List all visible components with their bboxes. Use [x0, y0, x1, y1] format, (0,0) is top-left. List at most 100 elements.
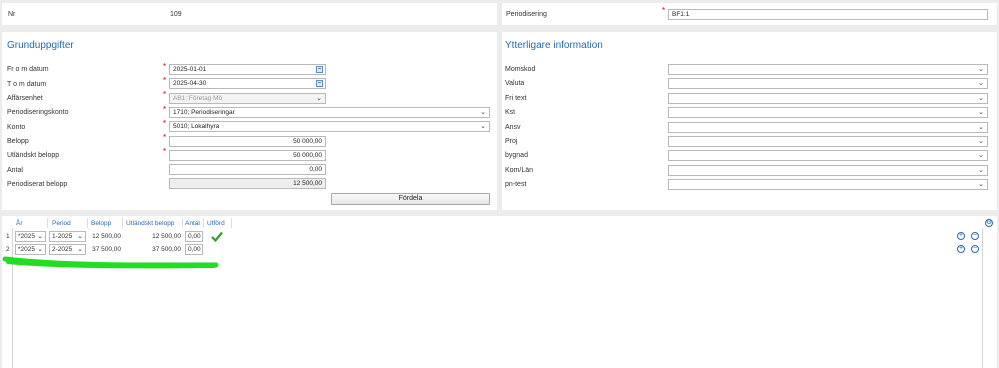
periodiserat-belopp-field: 12 500,00 [169, 178, 326, 189]
required-marker: * [163, 105, 167, 114]
kst-select[interactable]: ⌄ [668, 107, 988, 118]
kom-l-n-label: Kom/Län [505, 167, 534, 174]
required-marker: * [163, 62, 167, 71]
chevron-down-icon: ⌄ [978, 167, 984, 174]
proj-select[interactable]: ⌄ [668, 136, 988, 147]
fri-text-select[interactable]: ⌄ [668, 93, 988, 104]
nr-value: 109 [170, 11, 182, 18]
row-utl-belopp: 37 500,00 [152, 246, 181, 253]
col-ar-header[interactable]: År [16, 220, 23, 227]
col-utl-header[interactable]: Utländskt belopp [126, 220, 174, 227]
belopp-field[interactable]: 50 000,00 [169, 136, 326, 147]
grunduppgifter-title: Grunduppgifter [7, 40, 74, 51]
antal-label: Antal [7, 167, 23, 174]
col-belopp-header[interactable]: Belopp [91, 220, 111, 227]
header-panel [2, 3, 497, 25]
chevron-down-icon: ⌄ [480, 109, 486, 116]
valuta-select[interactable]: ⌄ [668, 78, 988, 89]
required-marker: * [163, 147, 167, 156]
row-number: 2 [6, 246, 10, 253]
row-utl-belopp: 12 500,00 [152, 233, 181, 240]
required-marker: * [163, 90, 167, 99]
chevron-down-icon: ⌄ [978, 95, 984, 102]
chevron-down-icon: ⌄ [37, 246, 43, 253]
antal-field[interactable]: 0,00 [169, 164, 326, 175]
chevron-down-icon: ⌄ [480, 123, 486, 130]
affarsenhet-select[interactable]: AB1; Företag Mö ⌄ [169, 93, 326, 104]
required-marker: * [163, 133, 167, 142]
calendar-icon[interactable] [316, 80, 323, 87]
periodiserat-belopp-label: Periodiserat belopp [7, 181, 68, 188]
chevron-down-icon: ⌄ [978, 66, 984, 73]
from-date-label: Fr o m datum [7, 66, 49, 73]
ytterligare-title: Ytterligare information [505, 40, 603, 51]
bygnad-label: bygnad [505, 152, 528, 159]
row-ar-select[interactable]: *2025 ⌄ [15, 231, 46, 242]
add-row-icon[interactable]: + [957, 232, 965, 240]
col-utford-header[interactable]: Utförd [207, 220, 225, 227]
remove-row-icon[interactable]: − [971, 232, 979, 240]
col-separator [231, 218, 232, 228]
col-separator [87, 218, 88, 228]
periodiseringskonto-select[interactable]: 1710; Periodiseringar ⌄ [169, 107, 490, 118]
kom-l-n-select[interactable]: ⌄ [668, 165, 988, 176]
fordela-button[interactable]: Fördela [331, 193, 490, 205]
col-separator [203, 218, 204, 228]
row-number: 1 [6, 233, 10, 240]
calendar-icon[interactable] [316, 66, 323, 73]
chevron-down-icon: ⌄ [77, 246, 83, 253]
col-separator [182, 218, 183, 228]
kst-label: Kst [505, 109, 516, 116]
required-marker: * [662, 6, 666, 15]
periodiseringskonto-label: Periodiseringskonto [7, 109, 69, 116]
chevron-down-icon: ⌄ [978, 181, 984, 188]
tom-date-label: T o m datum [7, 81, 47, 88]
pn-test-select[interactable]: ⌄ [668, 179, 988, 190]
chevron-down-icon: ⌄ [978, 138, 984, 145]
chevron-down-icon: ⌄ [77, 233, 83, 240]
valuta-label: Valuta [505, 80, 525, 87]
nr-label: Nr [8, 11, 16, 18]
col-separator [47, 218, 48, 228]
grid-left-border [12, 228, 13, 368]
row-period-select[interactable]: 1-2025 ⌄ [49, 231, 86, 242]
row-antal-field[interactable]: 0,00 [185, 231, 203, 242]
highlight-annotation [2, 256, 219, 269]
row-belopp: 12 500,00 [92, 233, 121, 240]
pn-test-label: pn-test [505, 181, 527, 188]
remove-row-icon[interactable]: − [971, 245, 979, 253]
momskod-label: Momskod [505, 66, 536, 73]
chevron-down-icon: ⌄ [316, 95, 322, 102]
konto-select[interactable]: 5010; Lokalhyra ⌄ [169, 121, 490, 132]
fri-text-label: Fri text [505, 95, 527, 102]
chevron-down-icon: ⌄ [978, 124, 984, 131]
grid-right-border [982, 228, 983, 368]
check-icon [211, 231, 223, 242]
col-antal-header[interactable]: Antal [185, 220, 200, 227]
periodisering-field[interactable]: BF1:1 [668, 9, 988, 20]
proj-label: Proj [505, 138, 518, 145]
chevron-down-icon: ⌄ [978, 152, 984, 159]
chevron-down-icon: ⌄ [978, 109, 984, 116]
belopp-label: Belopp [7, 138, 29, 145]
col-separator [122, 218, 123, 228]
affarsenhet-label: Affärsenhet [7, 95, 43, 102]
utlandskt-belopp-label: Utländskt belopp [7, 152, 60, 159]
konto-label: Konto [7, 124, 26, 131]
periodisering-label: Periodisering [506, 11, 547, 18]
grid-settings-icon[interactable]: ⚙ [985, 219, 993, 227]
add-row-icon[interactable]: + [957, 245, 965, 253]
momskod-select[interactable]: ⌄ [668, 64, 988, 75]
row-belopp: 37 500,00 [92, 246, 121, 253]
chevron-down-icon: ⌄ [978, 80, 984, 87]
from-date-field[interactable]: 2025-01-01 [169, 64, 326, 75]
col-period-header[interactable]: Period [52, 220, 71, 227]
tom-date-field[interactable]: 2025-04-30 [169, 78, 326, 89]
ansv-select[interactable]: ⌄ [668, 122, 988, 133]
ansv-label: Ansv [505, 124, 521, 131]
required-marker: * [163, 76, 167, 85]
bygnad-select[interactable]: ⌄ [668, 150, 988, 161]
required-marker: * [163, 119, 167, 128]
utlandskt-belopp-field[interactable]: 50 000,00 [169, 150, 326, 161]
chevron-down-icon: ⌄ [37, 233, 43, 240]
